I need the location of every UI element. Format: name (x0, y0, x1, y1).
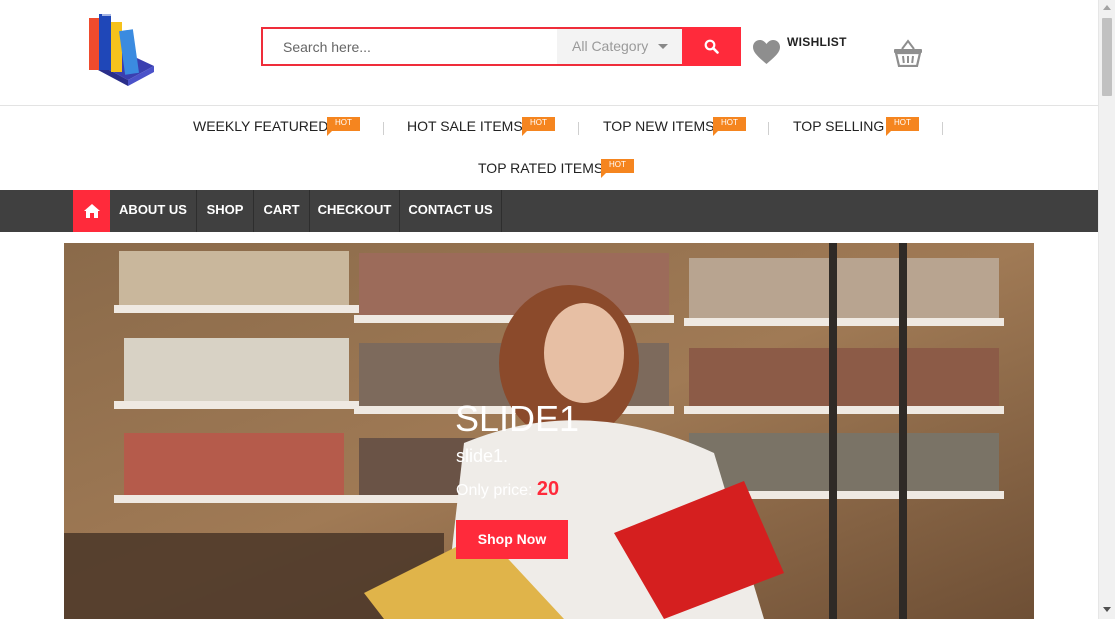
hot-badge: HOT (886, 117, 919, 136)
hot-badge: HOT (327, 117, 360, 136)
menu-cart[interactable]: CART (254, 190, 310, 232)
search-button[interactable] (682, 27, 741, 66)
nav-separator (578, 122, 579, 135)
nav-item-label: TOP RATED ITEMS (478, 160, 604, 176)
home-button[interactable] (73, 190, 110, 232)
nav-separator (768, 122, 769, 135)
main-menu: ABOUT US SHOP CART CHECKOUT CONTACT US (0, 190, 1098, 232)
nav-item-label: WEEKLY FEATURED (193, 118, 329, 134)
search-icon (704, 39, 719, 54)
nav-item-label: TOP NEW ITEMS (603, 118, 715, 134)
menu-contact-us[interactable]: CONTACT US (400, 190, 502, 232)
nav-top-selling[interactable]: TOP SELLING (793, 118, 884, 134)
menu-shop[interactable]: SHOP (197, 190, 254, 232)
menu-about-us[interactable]: ABOUT US (110, 190, 197, 232)
price-label: Only price: (456, 482, 533, 499)
nav-top-new-items[interactable]: TOP NEW ITEMS (603, 118, 715, 134)
nav-separator (942, 122, 943, 135)
page-scrollbar[interactable] (1098, 0, 1115, 619)
books-logo-icon[interactable] (84, 8, 158, 92)
search-bar: All Category (261, 27, 741, 66)
page: All Category WISHLIST (0, 0, 1115, 619)
nav-weekly-featured[interactable]: WEEKLY FEATURED (193, 118, 328, 134)
shop-now-button[interactable]: Shop Now (456, 520, 568, 559)
heart-icon[interactable] (753, 40, 780, 65)
hot-badge: HOT (713, 117, 746, 136)
basket-icon[interactable] (893, 39, 923, 68)
scroll-down-icon[interactable] (1103, 607, 1111, 612)
wishlist-link[interactable]: WISHLIST (787, 35, 847, 49)
search-input[interactable] (263, 29, 557, 64)
home-icon (83, 204, 100, 218)
category-select-value: All Category (572, 38, 649, 54)
price-value: 20 (536, 478, 560, 500)
nav-item-label: HOT SALE ITEMS (407, 118, 523, 134)
hot-badge: HOT (522, 117, 555, 136)
nav-hot-sale-items[interactable]: HOT SALE ITEMS (407, 118, 523, 134)
hero-slider: SLIDE1 slide1. Only price: 20 Shop Now (64, 243, 1034, 619)
slide-description: slide1. (456, 446, 509, 466)
menu-checkout[interactable]: CHECKOUT (310, 190, 400, 232)
nav-item-label: TOP SELLING (793, 118, 885, 134)
site-header: All Category WISHLIST (0, 0, 1098, 106)
category-select[interactable]: All Category (557, 29, 682, 64)
scroll-up-icon[interactable] (1103, 5, 1111, 10)
nav-separator (383, 122, 384, 135)
nav-top-rated-items[interactable]: TOP RATED ITEMS (478, 160, 603, 176)
scroll-thumb[interactable] (1102, 18, 1112, 96)
slide-title: SLIDE1 (455, 398, 580, 439)
chevron-down-icon (658, 44, 668, 49)
hot-badge: HOT (601, 159, 634, 178)
slide-price: Only price: 20 (456, 478, 559, 501)
